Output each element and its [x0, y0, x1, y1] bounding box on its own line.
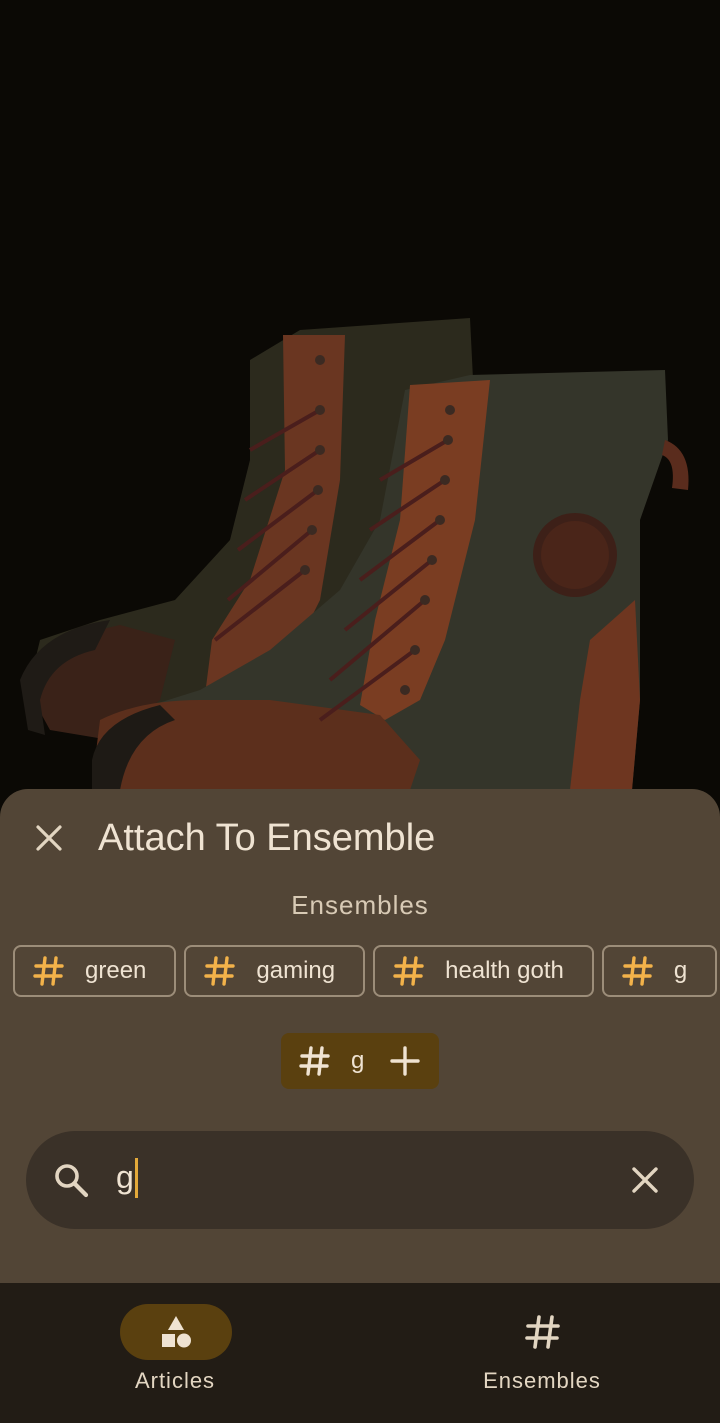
ensemble-chip[interactable]: green	[13, 945, 177, 997]
chip-label: g	[673, 957, 688, 984]
hashtag-icon	[622, 956, 653, 986]
ensemble-chip[interactable]: gaming	[184, 945, 366, 997]
ensemble-chip[interactable]: health goth	[373, 945, 594, 997]
chip-label: health goth	[445, 957, 564, 984]
bottom-navigation: Articles Ensembles	[0, 1283, 720, 1423]
plus-icon	[390, 1046, 420, 1076]
hashtag-icon	[299, 1046, 330, 1076]
text-cursor	[134, 1157, 138, 1198]
chip-label: green	[85, 957, 147, 984]
nav-label: Ensembles	[483, 1368, 601, 1393]
ensemble-chip-list[interactable]: green gaming health goth g	[13, 945, 720, 1001]
hashtag-icon	[525, 1315, 560, 1349]
ensemble-chip[interactable]: g	[601, 945, 718, 997]
search-input[interactable]: g	[116, 1157, 138, 1198]
close-button[interactable]	[26, 815, 72, 861]
shapes-icon	[162, 1316, 191, 1348]
nav-item-ensembles[interactable]: Ensembles	[422, 1283, 662, 1423]
clear-icon[interactable]	[626, 1161, 664, 1199]
close-icon	[36, 825, 62, 851]
hashtag-icon	[393, 956, 424, 986]
article-photo	[0, 0, 720, 800]
hashtag-icon	[33, 956, 64, 986]
ensembles-section-label: Ensembles	[291, 890, 429, 920]
new-ensemble-label: g	[351, 1047, 365, 1074]
ensemble-search-field[interactable]: g	[26, 1131, 694, 1229]
boots-image	[0, 0, 720, 800]
nav-item-articles[interactable]: Articles	[55, 1283, 295, 1423]
hashtag-icon	[204, 956, 236, 986]
chip-label: gaming	[256, 957, 336, 984]
nav-label: Articles	[134, 1368, 216, 1393]
search-input-value: g	[116, 1159, 134, 1195]
search-icon	[55, 1164, 89, 1198]
sheet-title: Attach To Ensemble	[98, 817, 436, 859]
create-ensemble-chip[interactable]: g	[281, 1033, 439, 1089]
